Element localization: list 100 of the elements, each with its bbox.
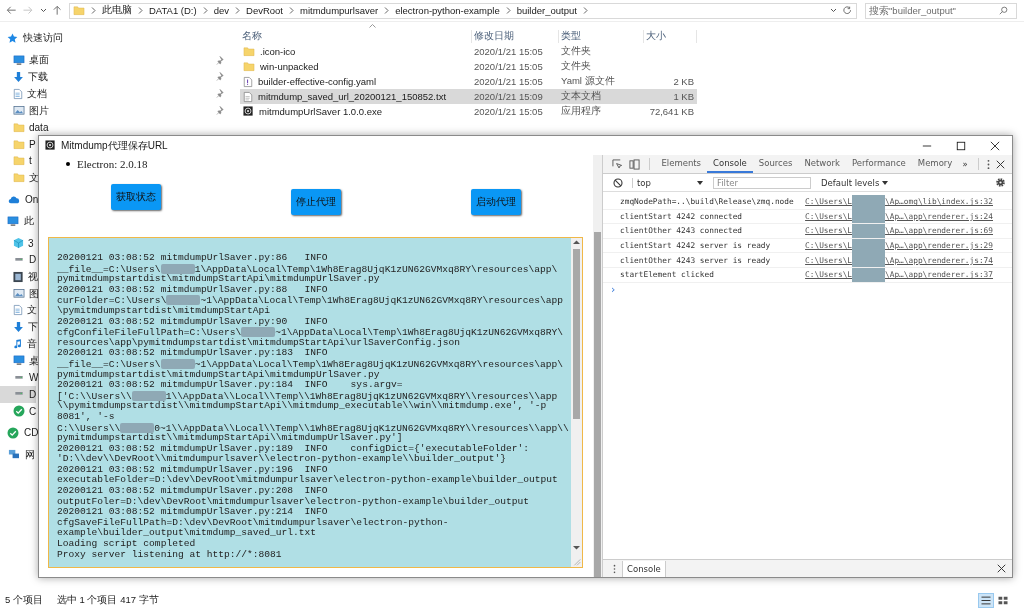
sidebar-item[interactable]: 文 (0, 169, 39, 187)
caret-icon (40, 8, 47, 13)
address-bar[interactable]: 此电脑 DATA1 (D:) dev DevRoot mitmdumpurlsaver electron-python-example builder_output (69, 2, 857, 19)
sidebar-item[interactable]: W (0, 369, 39, 386)
sidebar-item[interactable]: t (0, 152, 32, 170)
more-tabs-button[interactable]: » (958, 159, 972, 169)
folder-icon (13, 138, 25, 150)
action-button[interactable]: 停止代理 (291, 189, 341, 215)
search-input[interactable]: 搜索"builder_output" (869, 5, 999, 16)
console-prompt[interactable]: › (611, 282, 616, 296)
action-button[interactable]: 启动代理 (471, 189, 521, 215)
file-name: mitmdumpUrlSaver 1.0.0.exe (259, 106, 383, 117)
log-textarea[interactable] (48, 237, 583, 568)
sidebar-item[interactable]: D (0, 385, 37, 403)
breadcrumb[interactable]: builder_output (516, 5, 577, 16)
column-header[interactable]: 修改日期 (472, 29, 559, 43)
levels-dropdown[interactable]: Default levels (816, 177, 893, 188)
devtools-tab[interactable]: Elements (655, 155, 708, 173)
chevron-icon (138, 7, 143, 14)
sidebar-item[interactable]: D (0, 251, 37, 269)
column-header[interactable]: 名称 (240, 29, 472, 43)
file-row[interactable]: mitmdump_saved_url_20200121_150852.txt 2020/1/21 15:09 文本文档 1 KB (240, 89, 697, 104)
devtools-tab[interactable]: Memory (911, 155, 959, 173)
log-line: cfgConfileFileFullPath=C:\Users\ ~1\AppData\Local\Temp\1Wh8Erag8UjqK1zUN62GVMxq8RY\ (57, 327, 564, 338)
document-icon (13, 304, 23, 317)
up-button[interactable] (53, 5, 63, 16)
close-button[interactable] (997, 564, 1006, 573)
monitor-icon (7, 215, 19, 227)
file-name: .icon-ico (260, 46, 296, 57)
file-row[interactable]: builder-effective-config.yaml 2020/1/21 15:05 Yaml 源文件 2 KB (240, 74, 697, 89)
details-view-button[interactable] (979, 593, 993, 607)
sidebar-item[interactable]: 桌 (0, 352, 39, 370)
pin-icon (216, 89, 224, 99)
search-icon (999, 6, 1008, 15)
breadcrumb[interactable]: electron-python-example (395, 5, 500, 16)
log-line: cfgSaveFileFullPath=D:\dev\DevRoot\mitmdumpurlsaver\electron-python- (57, 517, 449, 528)
device-icon (629, 158, 640, 170)
folder-icon (243, 46, 255, 57)
sidebar-item[interactable]: 文档 (0, 85, 232, 103)
devtools-tab[interactable]: Performance (845, 155, 912, 173)
block-icon (613, 177, 623, 188)
sidebar-item[interactable]: 视 (0, 268, 38, 286)
drive-icon (13, 255, 25, 264)
log-line: 20200121 03:08:52 mitmdumpUrlSaver.py:196 INFO (57, 464, 328, 475)
column-header[interactable]: 大小 (644, 29, 697, 43)
breadcrumb[interactable]: DevRoot (246, 5, 283, 16)
device-toggle-button[interactable] (626, 158, 643, 170)
scrollbar[interactable] (571, 238, 582, 567)
log-line: 8081', '-s (57, 411, 115, 423)
music-note-icon (13, 337, 23, 350)
breadcrumb[interactable]: dev (213, 5, 229, 16)
action-button[interactable]: 获取状态 (111, 184, 161, 210)
item-count: 5 个项目 (5, 593, 43, 607)
file-row[interactable]: mitmdumpUrlSaver 1.0.0.exe 2020/1/21 15:05 应用程序 72,641 KB (240, 104, 697, 119)
back-button[interactable] (6, 5, 17, 16)
settings-button[interactable] (995, 177, 1006, 188)
chevron-icon (202, 7, 208, 14)
list-icon (981, 595, 991, 605)
search-field[interactable]: 搜索"builder_output" (865, 2, 1017, 19)
log-line: outputFoler=D:\dev\DevRoot\mitmdumpurlsaver\electron-python-example\builder_output (57, 496, 530, 507)
settings-icon (995, 177, 1006, 188)
devtools-tab[interactable]: Console (707, 155, 753, 173)
sidebar-item[interactable]: 下 (0, 318, 38, 336)
filter-field[interactable]: Filter (712, 176, 811, 189)
file-row[interactable]: .icon-ico 2020/1/21 15:05 文件夹 (240, 44, 697, 59)
scrollbar[interactable] (593, 155, 602, 577)
sidebar-item[interactable]: 图 (0, 285, 39, 302)
breadcrumb[interactable]: 此电脑 (102, 4, 132, 17)
sidebar-item[interactable]: 音 (0, 335, 37, 353)
sidebar-item[interactable]: 文 (0, 301, 37, 319)
sidebar-item[interactable]: P (0, 135, 36, 153)
context-select[interactable]: top (632, 177, 707, 188)
sidebar-item[interactable]: 图片 (0, 102, 232, 119)
sidebar-item[interactable]: 下载 (0, 68, 232, 86)
window-title: Mitmdump代理保存URL (61, 138, 168, 153)
log-line: executableFolder=D:\dev\DevRoot\mitmdumpurlsaver\electron-python-example\builder_output (57, 475, 558, 486)
sidebar-item[interactable]: data (0, 119, 49, 136)
sidebar-item[interactable]: 网 (0, 446, 35, 464)
file-row[interactable]: win-unpacked 2020/1/21 15:05 文件夹 (240, 59, 697, 74)
log-line: pymitmdumpstartdist\mitmdumpStartApi\mitmdumpUrlSaver.py (57, 274, 380, 285)
clear-console-button[interactable] (610, 177, 626, 188)
history-dropdown[interactable] (40, 8, 47, 13)
column-header[interactable]: 类型 (559, 29, 644, 43)
sidebar-item[interactable]: C (0, 402, 37, 420)
sidebar-item[interactable]: 桌面 (0, 51, 232, 69)
sidebar-item[interactable]: CD (0, 424, 39, 442)
breadcrumb[interactable]: DATA1 (D:) (149, 5, 197, 16)
devtools-tab[interactable]: Network (798, 155, 846, 173)
sidebar-item[interactable]: 3 (0, 234, 34, 252)
breadcrumb[interactable]: mitmdumpurlsaver (300, 5, 379, 16)
down-arrow-icon (573, 545, 580, 550)
devtools-tab[interactable]: Sources (752, 155, 799, 173)
sidebar-item[interactable]: 此 (0, 212, 34, 230)
drawer-tab[interactable]: Console (622, 560, 666, 577)
caret-icon (830, 8, 837, 13)
sidebar-item[interactable]: On (0, 191, 39, 208)
down-arrow-icon (13, 71, 24, 83)
sidebar-item[interactable]: 快速访问 (0, 30, 63, 47)
caret-icon (882, 180, 889, 185)
file-icon (243, 75, 253, 88)
